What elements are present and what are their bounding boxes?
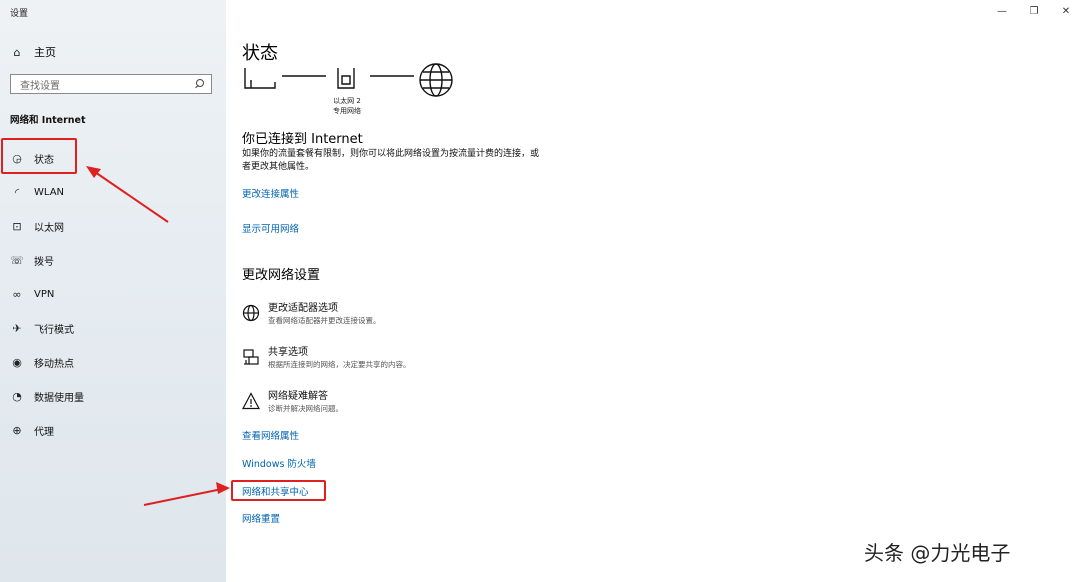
pc-icon: [244, 68, 276, 89]
vpn-icon: ∞: [12, 287, 22, 301]
restore-icon: ❐: [1029, 5, 1039, 17]
windows-firewall-link[interactable]: Windows 防火墙: [242, 456, 316, 470]
close-button[interactable]: ✕: [1056, 4, 1076, 18]
internet-globe-icon: [419, 63, 453, 97]
sidebar-item-label: 拨号: [34, 256, 54, 268]
connection-type: 专用网络: [333, 107, 361, 115]
sidebar-item-label: 数据使用量: [34, 392, 84, 404]
network-sharing-center-link[interactable]: 网络和共享中心: [242, 484, 309, 498]
section-title: 网络和 Internet: [10, 115, 86, 126]
sidebar-item-hotspot[interactable]: ◉ 移动热点: [10, 353, 74, 371]
sidebar-item-vpn[interactable]: ∞ VPN: [10, 285, 54, 303]
option-title: 网络疑难解答: [268, 391, 328, 402]
window-title: 设置: [10, 9, 29, 19]
home-icon: ⌂: [13, 45, 21, 59]
change-network-settings-heading: 更改网络设置: [242, 268, 321, 283]
sidebar-item-wlan[interactable]: ◜ WLAN: [10, 183, 64, 201]
sidebar-item-data-usage[interactable]: ◔ 数据使用量: [10, 387, 84, 405]
ethernet-icon: ⊡: [12, 219, 22, 233]
sidebar-item-label: 代理: [34, 426, 54, 438]
sidebar: 设置 ⌂ 主页 查找设置 网络和 Internet ◶ 状态 ◜ WLAN ⊡ …: [0, 0, 226, 582]
sidebar-item-label: 以太网: [34, 222, 64, 234]
network-diagram: [244, 63, 453, 97]
sidebar-item-ethernet[interactable]: ⊡ 以太网: [10, 217, 64, 235]
sidebar-item-proxy[interactable]: ⊕ 代理: [10, 421, 54, 439]
sidebar-item-label: VPN: [34, 288, 55, 300]
option-title: 更改适配器选项: [268, 303, 338, 314]
dialup-icon: ☏: [10, 253, 24, 267]
connection-label: 以太网 2 专用网络: [318, 96, 376, 116]
connection-name: 以太网 2: [333, 97, 361, 105]
sidebar-item-label: WLAN: [34, 186, 65, 198]
sidebar-item-label: 移动热点: [34, 358, 74, 370]
minimize-icon: —: [997, 5, 1007, 17]
sidebar-item-dialup[interactable]: ☏ 拨号: [10, 251, 54, 269]
wifi-icon: ◜: [14, 185, 20, 199]
status-highlight-box: [1, 138, 77, 174]
option-sharing[interactable]: 共享选项 根据所连接到的网络，决定要共享的内容。: [242, 346, 411, 370]
hotspot-icon: ◉: [12, 355, 22, 369]
sharing-icon: [243, 349, 259, 365]
airplane-icon: ✈: [12, 321, 22, 335]
option-desc: 诊断并解决网络问题。: [268, 404, 343, 413]
connected-description: 如果你的流量套餐有限制，则你可以将此网络设置为按流量计费的连接，或者更改其他属性…: [242, 149, 540, 172]
minimize-button[interactable]: —: [992, 4, 1012, 18]
option-change-adapter[interactable]: 更改适配器选项 查看网络适配器并更改连接设置。: [242, 302, 381, 326]
option-troubleshoot[interactable]: 网络疑难解答 诊断并解决网络问题。: [242, 390, 343, 414]
router-icon: [337, 68, 355, 89]
home-label: 主页: [34, 46, 56, 59]
change-connection-properties-link[interactable]: 更改连接属性: [242, 186, 299, 200]
show-available-networks-link[interactable]: 显示可用网络: [242, 221, 299, 235]
adapter-globe-icon: [242, 304, 260, 322]
search-icon[interactable]: [191, 75, 211, 93]
sidebar-item-airplane[interactable]: ✈ 飞行模式: [10, 319, 74, 337]
search-placeholder: 查找设置: [20, 80, 60, 92]
watermark: 头条 @力光电子: [864, 541, 1011, 565]
home-nav[interactable]: ⌂ 主页: [10, 44, 57, 60]
option-desc: 根据所连接到的网络，决定要共享的内容。: [268, 360, 411, 369]
restore-button[interactable]: ❐: [1024, 4, 1044, 18]
option-desc: 查看网络适配器并更改连接设置。: [268, 316, 381, 325]
search-input[interactable]: 查找设置: [10, 74, 212, 94]
close-icon: ✕: [1061, 5, 1071, 17]
globe-icon: ⊕: [12, 423, 22, 437]
data-usage-icon: ◔: [12, 389, 22, 403]
connected-heading: 你已连接到 Internet: [242, 132, 363, 147]
option-title: 共享选项: [268, 347, 308, 358]
warning-icon: [242, 392, 260, 410]
sidebar-item-label: 飞行模式: [34, 324, 74, 336]
network-reset-link[interactable]: 网络重置: [242, 511, 280, 525]
view-network-properties-link[interactable]: 查看网络属性: [242, 428, 299, 442]
